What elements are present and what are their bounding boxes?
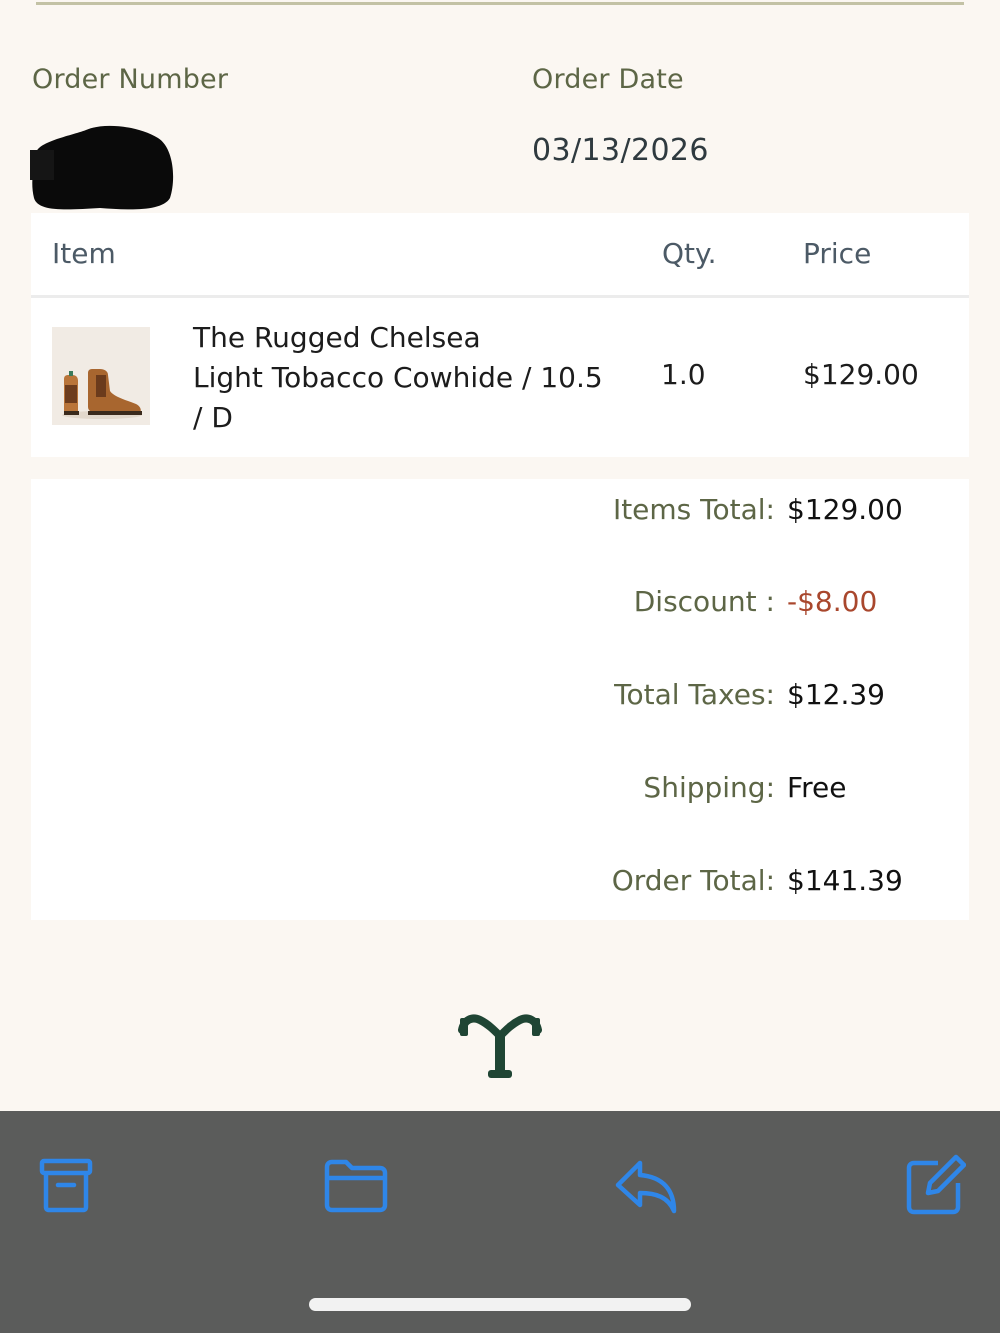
reply-button[interactable]	[610, 1151, 682, 1219]
archive-icon	[39, 1158, 93, 1213]
brand-y-logo[interactable]	[458, 1014, 542, 1080]
order-total-label: Order Total:	[611, 864, 775, 897]
price-column-header: Price	[803, 237, 872, 270]
order-totals-card: Items Total: $129.00 Discount : -$8.00 T…	[31, 479, 969, 920]
order-total-value: $141.39	[787, 864, 903, 897]
order-total-row: Order Total: $141.39	[31, 864, 969, 904]
items-total-label: Items Total:	[612, 493, 775, 526]
item-name-line-1: The Rugged Chelsea	[193, 321, 481, 354]
order-number-redacted	[30, 125, 174, 210]
item-name-line-2: Light Tobacco Cowhide / 10.5	[193, 361, 603, 394]
shipping-value: Free	[787, 771, 847, 804]
mail-toolbar	[0, 1111, 1000, 1333]
shipping-label: Shipping:	[643, 771, 775, 804]
item-qty: 1.0	[661, 358, 706, 391]
shipping-row: Shipping: Free	[31, 771, 969, 811]
compose-icon	[906, 1154, 966, 1215]
move-to-folder-button[interactable]	[320, 1151, 392, 1219]
items-table-header: Item Qty. Price	[31, 213, 969, 298]
qty-column-header: Qty.	[662, 237, 717, 270]
discount-row: Discount : -$8.00	[31, 585, 969, 625]
reply-icon	[615, 1160, 677, 1214]
item-price: $129.00	[803, 358, 919, 391]
discount-value: -$8.00	[787, 585, 878, 618]
order-items-card: Item Qty. Price The Rugged Chelsea Light…	[31, 213, 969, 457]
order-date-value: 03/13/2026	[532, 133, 709, 168]
items-total-row: Items Total: $129.00	[31, 493, 969, 533]
taxes-row: Total Taxes: $12.39	[31, 678, 969, 718]
chelsea-boot-image[interactable]	[52, 327, 150, 425]
taxes-label: Total Taxes:	[614, 678, 775, 711]
top-divider	[36, 2, 964, 5]
item-name[interactable]: The Rugged Chelsea Light Tobacco Cowhide…	[193, 318, 653, 438]
table-row[interactable]: The Rugged Chelsea Light Tobacco Cowhide…	[31, 298, 969, 457]
folder-icon	[324, 1159, 388, 1213]
discount-label: Discount :	[633, 585, 775, 618]
order-number-label: Order Number	[32, 64, 229, 95]
item-name-line-3: / D	[193, 401, 233, 434]
home-indicator[interactable]	[309, 1298, 691, 1311]
item-column-header: Item	[52, 237, 116, 270]
items-total-value: $129.00	[787, 493, 903, 526]
order-date-label: Order Date	[532, 64, 684, 95]
archive-button[interactable]	[30, 1151, 102, 1219]
compose-button[interactable]	[898, 1151, 970, 1219]
taxes-value: $12.39	[787, 678, 885, 711]
